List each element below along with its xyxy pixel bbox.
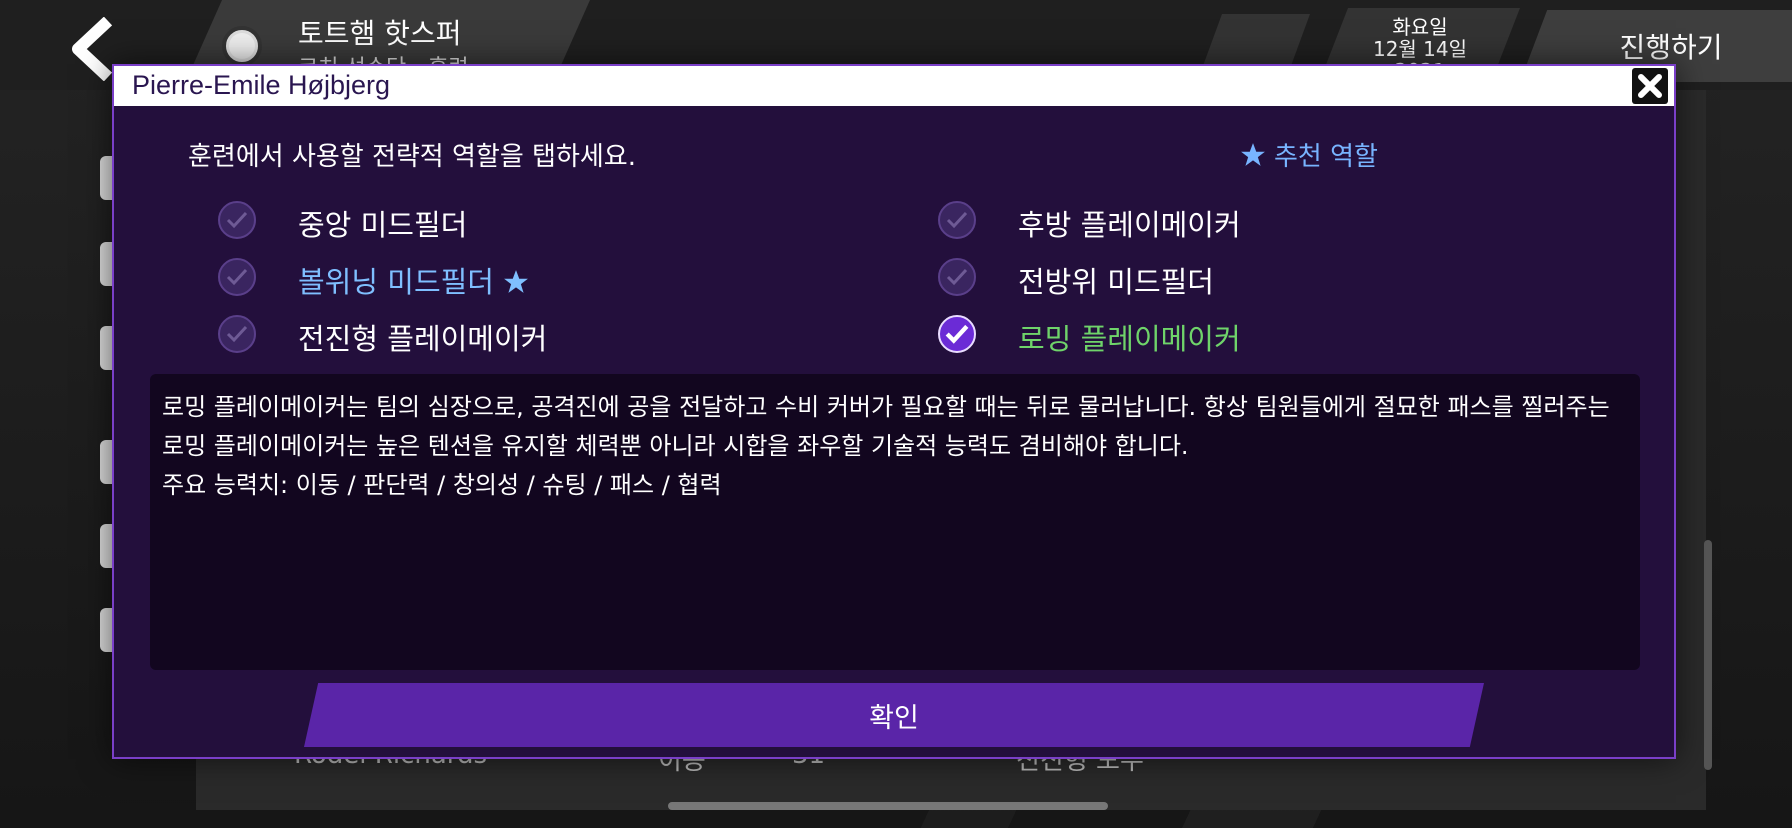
role-label: 중앙 미드필더 <box>298 208 468 242</box>
check-icon <box>226 325 248 343</box>
club-crest-icon <box>222 26 262 66</box>
role-option-ball-winning-midfielder[interactable]: 볼위닝 미드필더 <box>218 257 838 299</box>
role-label: 로밍 플레이메이커 <box>1018 322 1241 356</box>
date-weekday: 화요일 <box>1392 15 1448 39</box>
dialog-instruction: 훈련에서 사용할 전략적 역할을 탭하세요. <box>188 142 636 172</box>
role-checkbox[interactable] <box>938 201 976 239</box>
role-description-text: 로밍 플레이메이커는 팀의 심장으로, 공격진에 공을 전달하고 수비 커버가 … <box>162 393 1610 460</box>
role-key-attributes: 주요 능력치: 이동 / 판단력 / 창의성 / 슈팅 / 패스 / 협력 <box>162 471 722 499</box>
close-button[interactable] <box>1632 68 1668 104</box>
role-select-dialog: Pierre-Emile Højbjerg 훈련에서 사용할 전략적 역할을 탭… <box>112 64 1676 759</box>
star-icon <box>504 270 529 293</box>
role-label: 후방 플레이메이커 <box>1018 208 1241 242</box>
role-checkbox[interactable] <box>218 201 256 239</box>
role-checkbox[interactable] <box>218 315 256 353</box>
role-description: 로밍 플레이메이커는 팀의 심장으로, 공격진에 공을 전달하고 수비 커버가 … <box>150 374 1640 670</box>
role-option-roaming-playmaker[interactable]: 로밍 플레이메이커 <box>938 314 1558 356</box>
horizontal-scrollbar[interactable] <box>668 802 1108 810</box>
legend-label: 추천 역할 <box>1274 142 1378 172</box>
role-option-central-midfielder[interactable]: 중앙 미드필더 <box>218 200 838 242</box>
close-icon <box>1638 74 1662 98</box>
recommended-legend: 추천 역할 <box>1240 136 1378 173</box>
club-name: 토트햄 핫스퍼 <box>298 17 462 50</box>
back-arrow-icon <box>72 17 113 81</box>
role-option-advanced-playmaker[interactable]: 전진형 플레이메이커 <box>218 314 838 356</box>
role-label: 전방위 미드필더 <box>1018 265 1214 299</box>
role-option-box-to-box-midfielder[interactable]: 전방위 미드필더 <box>938 257 1558 299</box>
vertical-scrollbar[interactable] <box>1704 540 1712 770</box>
role-checkbox-selected[interactable] <box>938 315 976 353</box>
role-label-text: 볼위닝 미드필더 <box>298 265 494 299</box>
check-icon <box>226 268 248 286</box>
role-label: 전진형 플레이메이커 <box>298 322 548 356</box>
dialog-header: Pierre-Emile Højbjerg <box>114 66 1674 106</box>
check-icon <box>226 211 248 229</box>
role-option-deep-lying-playmaker[interactable]: 후방 플레이메이커 <box>938 200 1558 242</box>
role-checkbox[interactable] <box>218 258 256 296</box>
check-icon <box>946 211 968 229</box>
role-checkbox[interactable] <box>938 258 976 296</box>
confirm-button[interactable]: 확인 <box>304 683 1484 747</box>
check-icon <box>945 324 969 344</box>
date-day: 12월 14일 <box>1372 37 1468 61</box>
check-icon <box>946 268 968 286</box>
star-icon <box>1241 142 1265 166</box>
role-label: 볼위닝 미드필더 <box>298 259 529 301</box>
dialog-title: Pierre-Emile Højbjerg <box>132 70 391 100</box>
